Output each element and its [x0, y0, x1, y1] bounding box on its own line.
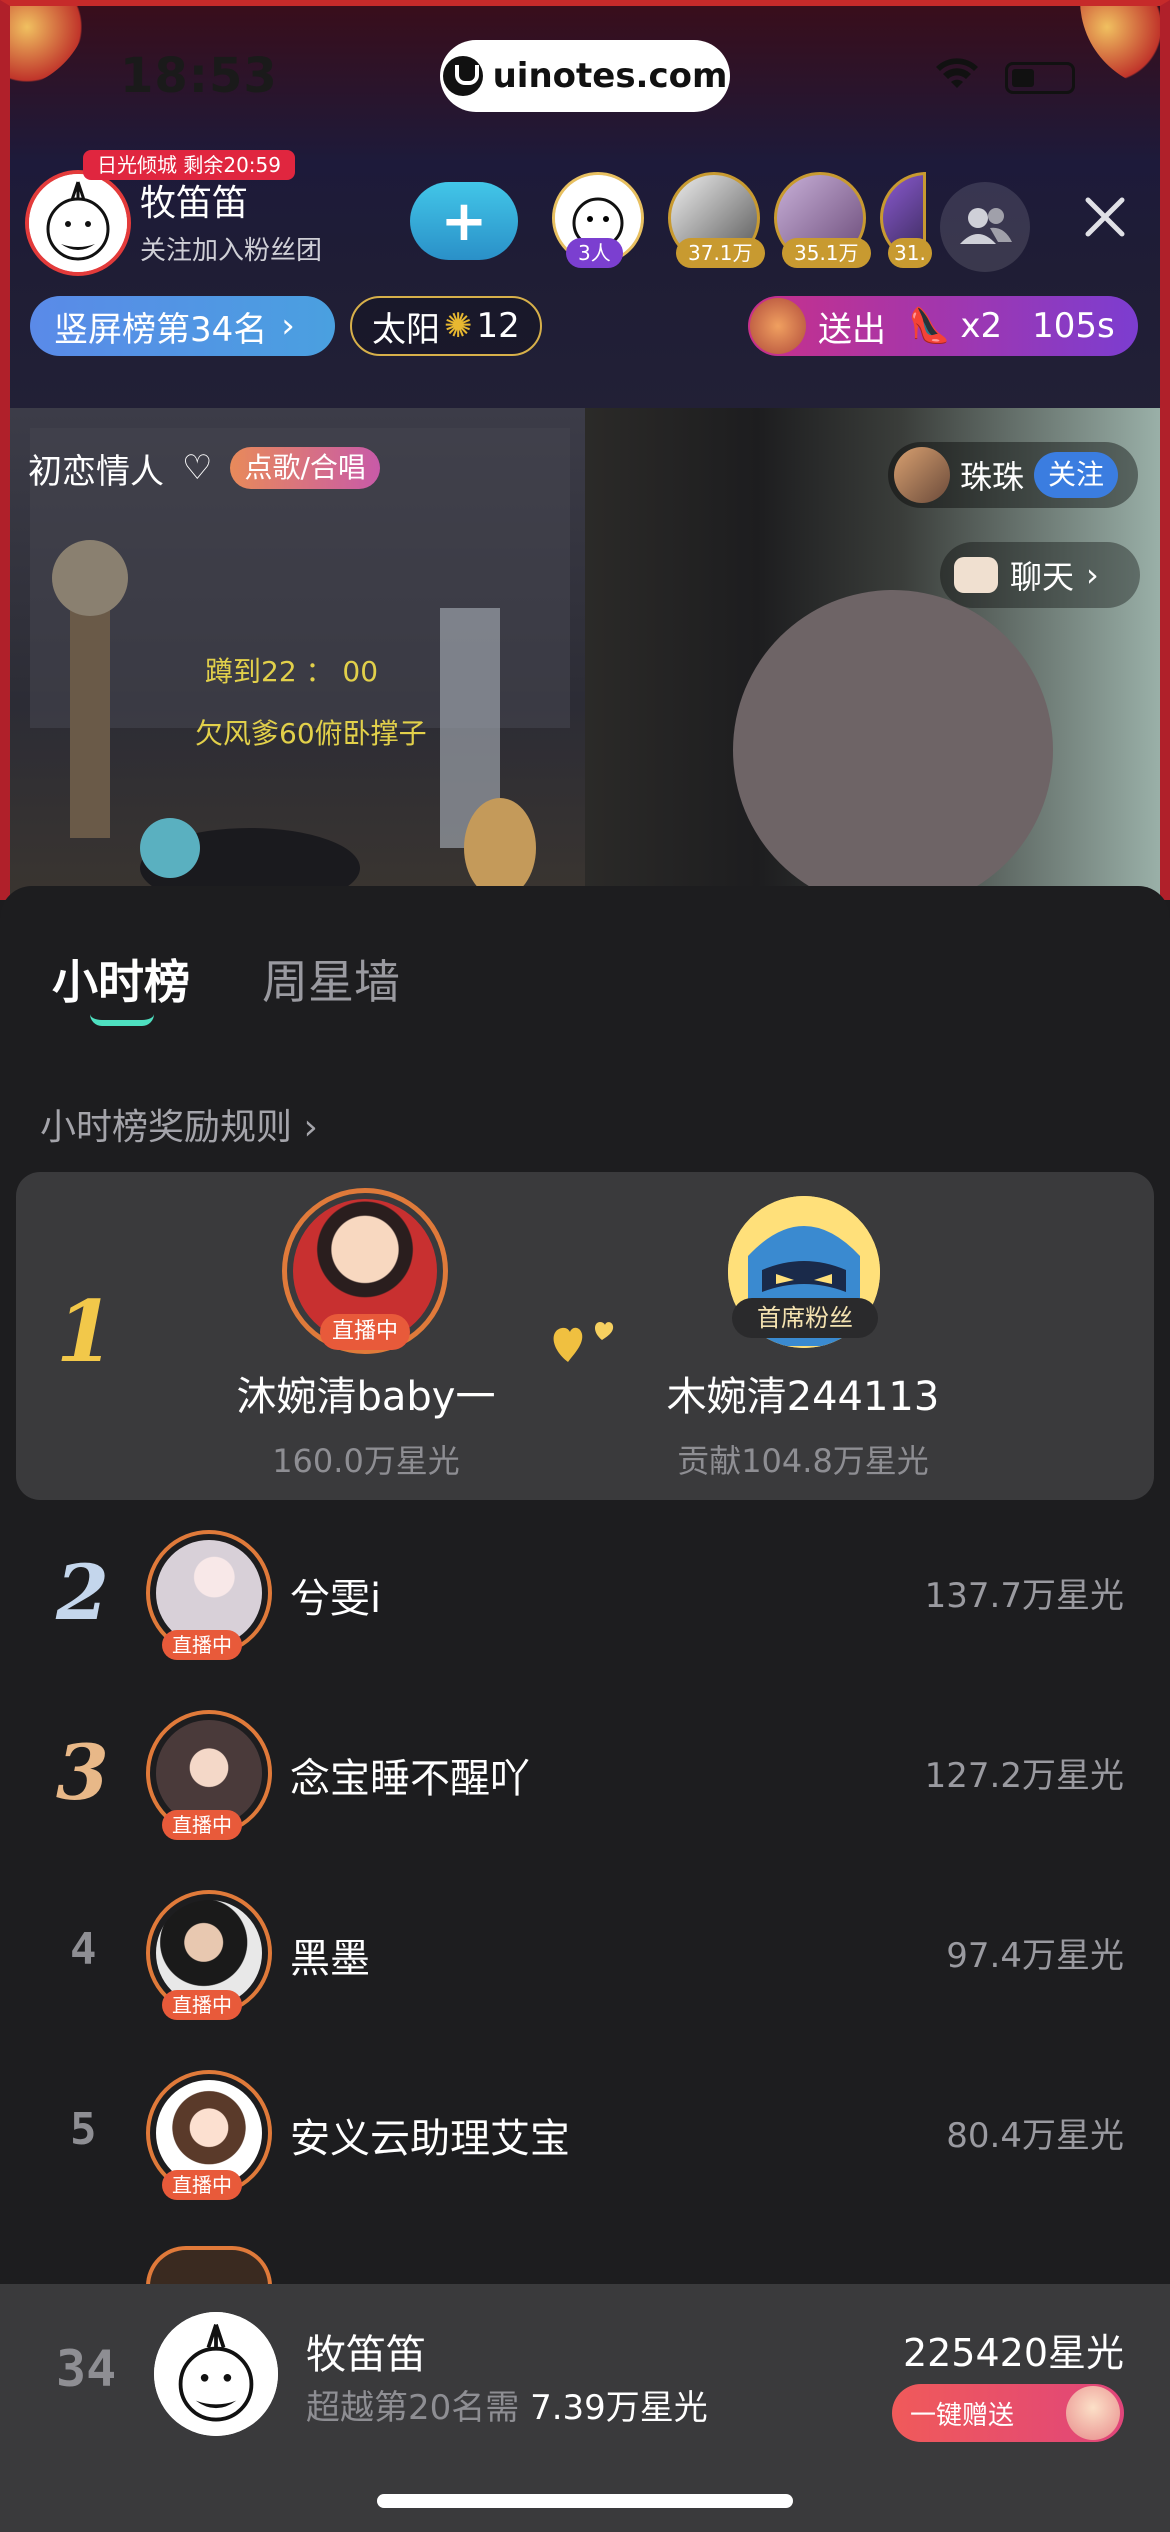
sun-pill[interactable]: 太阳 ✺ 12: [350, 296, 542, 356]
chat-bubble-icon: [954, 557, 998, 593]
heart-outline-icon[interactable]: ♡: [182, 448, 212, 488]
live-badge: 直播中: [162, 1810, 242, 1840]
home-indicator[interactable]: [377, 2494, 793, 2508]
tab-weekly-star[interactable]: 周星墙: [262, 946, 400, 1012]
peer-avatar: [894, 447, 950, 503]
my-avatar[interactable]: [154, 2312, 278, 2436]
gift-avatar-icon: [1066, 2386, 1120, 2440]
glass-slipper-icon: 👠: [908, 306, 951, 346]
live-badge: 直播中: [320, 1314, 411, 1350]
url-pill[interactable]: uinotes.com: [440, 40, 730, 112]
my-rank-number: 34: [56, 2340, 117, 2398]
rank-row[interactable]: 3 直播中 念宝睡不醒吖 127.2万星光: [0, 1682, 1170, 1862]
anchor-avatar[interactable]: [25, 170, 131, 276]
blurred-face: [733, 590, 1053, 900]
peer-follow-button[interactable]: 关注: [1034, 452, 1119, 498]
gift-timer: 105s: [1032, 306, 1115, 346]
peer-name: 珠珠: [960, 458, 1025, 496]
row-value: 137.7万星光: [924, 1576, 1124, 1616]
cartoon-face-icon: [29, 174, 127, 272]
rank-number: 2: [56, 1548, 109, 1637]
viewer-badge: 35.1万: [782, 238, 871, 268]
row-name: 安义云助理艾宝: [290, 2116, 570, 2162]
uinotes-logo-icon: [442, 56, 483, 96]
chat-label: 聊天: [1010, 558, 1075, 596]
rank-number: 3: [56, 1728, 109, 1817]
peer-anchor-chip[interactable]: 珠珠 关注: [888, 442, 1138, 508]
video-overlay-text: 蹲到22 ： 00: [205, 655, 379, 688]
double-heart-icon: [553, 1322, 614, 1362]
video-overlay-text: 欠风爹60俯卧撑子: [195, 717, 427, 750]
top1-anchor-points: 160.0万星光: [272, 1442, 460, 1480]
battery-icon: [1005, 62, 1075, 94]
top1-fan-points: 贡献104.8万星光: [677, 1442, 929, 1480]
follow-button[interactable]: +: [410, 182, 518, 260]
row-name: 兮雯i: [290, 1576, 382, 1622]
anchor-subtitle: 关注加入粉丝团: [140, 236, 323, 266]
viewer-badge: 31.: [888, 238, 932, 268]
sun-label: 太阳: [372, 309, 440, 350]
gift-combo-pill[interactable]: 送出 👠 x2 105s: [748, 296, 1138, 356]
vertical-rank-label: 竖屏榜第34名: [54, 309, 268, 350]
rank-number: 4: [70, 1924, 97, 1975]
gift-send-label: 送出: [818, 309, 886, 350]
rank-number: 1: [56, 1282, 115, 1381]
anchor-name: 牧笛笛: [140, 183, 249, 224]
audience-list-button[interactable]: [940, 182, 1030, 272]
sun-icon: ✺: [444, 306, 473, 346]
tab-underline: [90, 1014, 154, 1026]
people-icon: [960, 208, 1012, 244]
row-value: 80.4万星光: [946, 2116, 1124, 2156]
live-room-header: 18:53 uinotes.com 日光倾城 剩余20:59 牧笛笛 关注加入粉…: [0, 0, 1170, 900]
gift-button-label: 一键赠送: [910, 2400, 1015, 2431]
rank-row[interactable]: 4 直播中 黑墨 97.4万星光: [0, 1862, 1170, 2042]
close-icon[interactable]: [1080, 192, 1130, 242]
song-tag[interactable]: 点歌/合唱: [230, 447, 380, 489]
top-fan-badge: 首席粉丝: [732, 1298, 878, 1338]
my-points: 225420星光: [902, 2331, 1124, 2375]
my-name: 牧笛笛: [306, 2332, 426, 2378]
chevron-right-icon: ›: [1086, 556, 1099, 594]
chevron-right-icon: ›: [303, 1107, 318, 1148]
song-chip[interactable]: 初恋情人 ♡ 点歌/合唱: [28, 440, 380, 496]
rank-row[interactable]: 2 直播中 兮雯i 137.7万星光: [0, 1502, 1170, 1682]
my-gap-value: 7.39万星光: [530, 2388, 708, 2428]
row-name: 念宝睡不醒吖: [290, 1756, 530, 1802]
sun-count: 12: [476, 306, 520, 346]
viewer-badge: 3人: [566, 238, 623, 268]
chat-button[interactable]: 聊天 ›: [940, 542, 1140, 608]
live-badge: 直播中: [162, 2170, 242, 2200]
avatar[interactable]: [146, 2246, 272, 2286]
live-badge: 直播中: [162, 1630, 242, 1660]
row-value: 97.4万星光: [946, 1936, 1124, 1976]
wifi-icon: [936, 58, 978, 88]
status-bar: 18:53 uinotes.com: [0, 40, 1170, 120]
vertical-rank-pill[interactable]: 竖屏榜第34名 ›: [30, 296, 335, 356]
song-title: 初恋情人: [28, 451, 164, 492]
tab-hourly[interactable]: 小时榜: [52, 946, 190, 1012]
chevron-right-icon: ›: [281, 306, 295, 346]
gift-count: x2: [960, 306, 1003, 346]
my-gap-prefix: 超越第20名需: [306, 2388, 520, 2428]
status-time: 18:53: [120, 48, 278, 104]
rank-number: 5: [70, 2104, 97, 2155]
cartoon-face-icon: [154, 2312, 278, 2436]
row-name: 黑墨: [290, 1936, 370, 1982]
top1-anchor-name: 沐婉清baby一: [236, 1374, 496, 1420]
fox-avatar-icon: [750, 298, 806, 354]
rules-link[interactable]: 小时榜奖励规则 ›: [40, 1098, 318, 1150]
row-value: 127.2万星光: [924, 1756, 1124, 1796]
url-text: uinotes.com: [492, 56, 728, 96]
rank-row[interactable]: 5 直播中 安义云助理艾宝 80.4万星光: [0, 2042, 1170, 2222]
my-gap-text: 超越第20名需 7.39万星光: [306, 2380, 708, 2429]
rules-link-label: 小时榜奖励规则: [40, 1107, 293, 1148]
top1-fan-name: 木婉清244113: [666, 1374, 940, 1420]
live-badge: 直播中: [162, 1990, 242, 2020]
viewer-badge: 37.1万: [676, 238, 765, 268]
one-click-gift-button[interactable]: 一键赠送: [892, 2384, 1124, 2442]
